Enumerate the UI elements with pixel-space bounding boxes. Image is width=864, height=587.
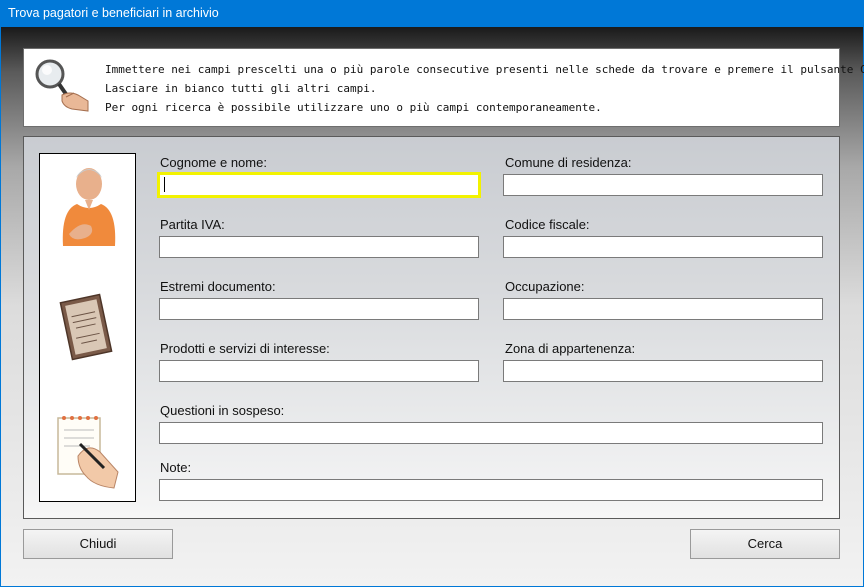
estremi-documento-input[interactable] xyxy=(159,298,479,320)
info-line-1: Immettere nei campi prescelti una o più … xyxy=(105,63,864,76)
comune-residenza-input[interactable] xyxy=(503,174,823,196)
prodotti-servizi-input[interactable] xyxy=(159,360,479,382)
person-photo xyxy=(62,168,116,246)
questioni-sospeso-input[interactable] xyxy=(159,422,823,444)
window-titlebar: Trova pagatori e beneficiari in archivio xyxy=(0,0,864,27)
cognome-nome-label: Cognome e nome: xyxy=(160,155,267,170)
comune-residenza-label: Comune di residenza: xyxy=(505,155,632,170)
chiudi-button[interactable]: Chiudi xyxy=(23,529,173,559)
codice-fiscale-label: Codice fiscale: xyxy=(505,217,590,232)
partita-iva-label: Partita IVA: xyxy=(160,217,225,232)
note-label: Note: xyxy=(160,460,192,475)
magnifier-hand-icon xyxy=(35,59,89,112)
info-box: Immettere nei campi prescelti una o più … xyxy=(23,48,864,127)
questioni-sospeso-label: Questioni in sospeso: xyxy=(160,403,285,418)
occupazione-input[interactable] xyxy=(503,298,823,320)
hand-writing-notepad xyxy=(57,416,119,489)
note-input[interactable] xyxy=(159,479,823,501)
cognome-nome-input[interactable] xyxy=(157,172,481,198)
cerca-button[interactable]: Cerca xyxy=(690,529,840,559)
zona-appartenenza-label: Zona di appartenenza: xyxy=(505,341,636,356)
estremi-documento-label: Estremi documento: xyxy=(160,279,276,294)
info-line-2: Lasciare in bianco tutti gli altri campi… xyxy=(105,82,377,95)
text-caret xyxy=(164,177,165,192)
window-title: Trova pagatori e beneficiari in archivio xyxy=(8,6,219,20)
image-column xyxy=(39,153,136,502)
occupazione-label: Occupazione: xyxy=(505,279,585,294)
info-line-3: Per ogni ricerca è possibile utilizzare … xyxy=(105,101,602,114)
partita-iva-input[interactable] xyxy=(159,236,479,258)
codice-fiscale-input[interactable] xyxy=(503,236,823,258)
document-booklet xyxy=(59,293,113,361)
prodotti-servizi-label: Prodotti e servizi di interesse: xyxy=(160,341,330,356)
zona-appartenenza-input[interactable] xyxy=(503,360,823,382)
